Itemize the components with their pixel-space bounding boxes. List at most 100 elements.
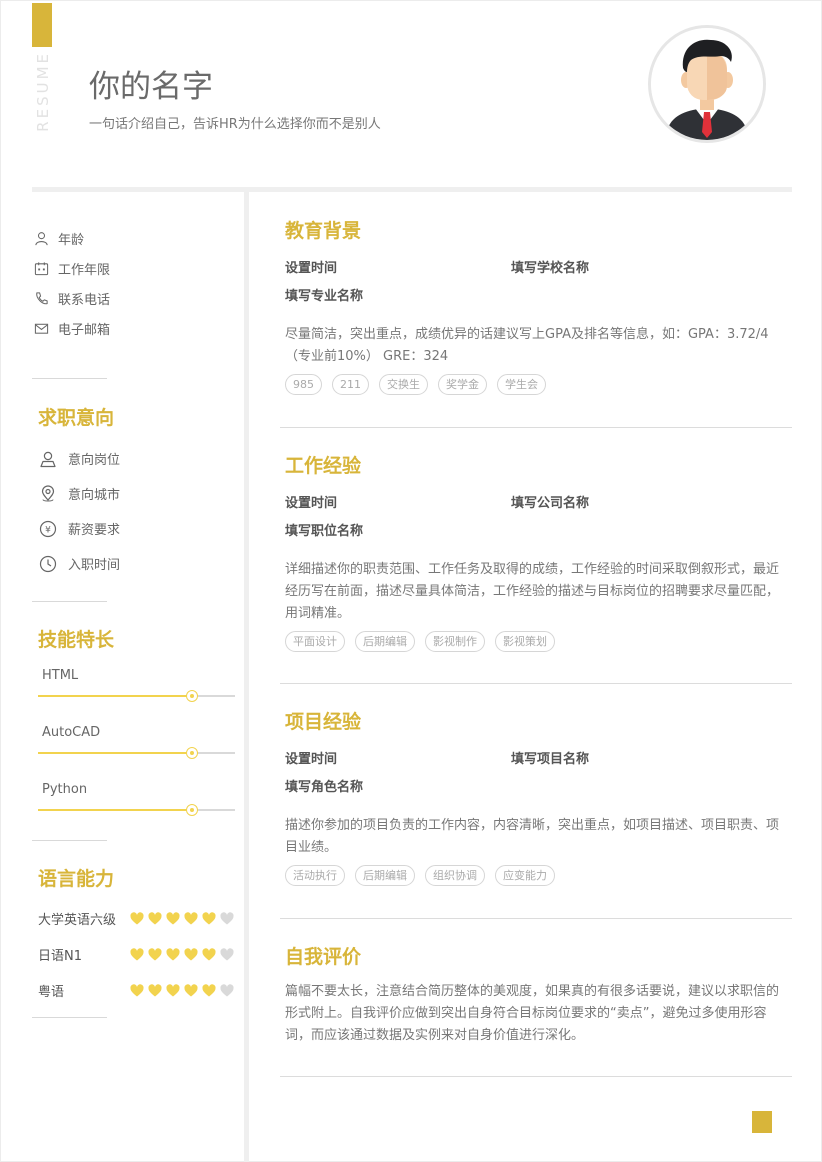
language-row: 粤语	[38, 972, 238, 1008]
project-section: 项目经验 设置时间 填写项目名称 填写角色名称 描述你参加的项目负责的工作内容，…	[285, 707, 785, 886]
intent-label: 入职时间	[68, 558, 121, 573]
location-icon	[41, 484, 55, 501]
clock-icon	[39, 555, 57, 572]
tag: 应变能力	[495, 865, 555, 886]
work-title: 工作经验	[285, 455, 362, 477]
sidebar-divider	[32, 1017, 107, 1018]
skills-title: 技能特长	[38, 629, 115, 651]
education-time: 设置时间	[285, 261, 338, 276]
tag: 平面设计	[285, 631, 345, 652]
tag: 学生会	[497, 374, 546, 395]
language-row: 大学英语六级	[38, 900, 238, 936]
self-eval-title: 自我评价	[285, 946, 362, 968]
intent-item-salary: ¥ 薪资要求	[39, 511, 120, 546]
work-position: 填写职位名称	[285, 524, 364, 539]
skill-bar-fill	[38, 809, 192, 811]
skill-bar	[38, 747, 235, 759]
project-title: 项目经验	[285, 711, 362, 733]
heart-icon	[184, 983, 198, 996]
resume-vertical-label: RESUME	[34, 51, 52, 132]
education-description: 尽量简洁，突出重点，成绩优异的话建议写上GPA及排名等信息，如：GPA：3.72…	[285, 327, 769, 364]
work-tags: 平面设计 后期编辑 影视制作 影视策划	[285, 631, 785, 652]
svg-text:¥: ¥	[45, 525, 51, 535]
project-role: 填写角色名称	[285, 780, 364, 795]
sidebar-divider	[32, 840, 107, 841]
skill-name: AutoCAD	[42, 725, 101, 740]
project-description: 描述你参加的项目负责的工作内容，内容清晰，突出重点，如项目描述、项目职责、项目业…	[285, 818, 780, 855]
language-list: 大学英语六级 日语N1 粤语	[38, 900, 238, 1008]
heart-rating	[130, 911, 234, 925]
corner-accent	[752, 1111, 772, 1133]
phone-icon	[36, 291, 48, 304]
project-time: 设置时间	[285, 752, 338, 767]
info-label: 联系电话	[58, 292, 111, 308]
project-meta: 设置时间 填写项目名称	[285, 748, 785, 767]
info-label: 电子邮箱	[58, 322, 111, 338]
sidebar-divider	[32, 601, 107, 602]
skill-bar	[38, 690, 235, 702]
self-eval-section: 自我评价 篇幅不要太长，注意结合简历整体的美观度，如果真的有很多话要说，建议以求…	[285, 942, 785, 1047]
tag: 影视策划	[495, 631, 555, 652]
heart-icon	[166, 947, 180, 960]
project-tags: 活动执行 后期编辑 组织协调 应变能力	[285, 865, 785, 886]
avatar-illustration	[651, 28, 763, 140]
education-meta: 设置时间 填写学校名称	[285, 257, 785, 276]
heart-icon	[220, 947, 234, 960]
work-time: 设置时间	[285, 496, 338, 511]
name-title: 你的名字	[89, 69, 213, 105]
tag: 后期编辑	[355, 631, 415, 652]
heart-icon	[148, 911, 162, 924]
heart-icon	[202, 983, 216, 996]
section-divider	[280, 427, 792, 428]
tag: 211	[332, 374, 369, 395]
languages-title: 语言能力	[38, 868, 115, 890]
skill-bar-fill	[38, 752, 192, 754]
avatar	[648, 25, 766, 143]
heart-rating	[130, 947, 234, 961]
tag: 奖学金	[438, 374, 487, 395]
heart-icon	[130, 947, 144, 960]
heart-icon	[148, 983, 162, 996]
section-divider	[280, 918, 792, 919]
skill-bar-knob	[185, 804, 198, 816]
work-description: 详细描述你的职责范围、工作任务及取得的成绩，工作经验的时间采取倒叙形式，最近经历…	[285, 562, 780, 621]
skill-item: Python	[38, 782, 235, 816]
job-intent-list: 意向岗位 意向城市 ¥ 薪资要求 入职时间	[39, 441, 120, 581]
user-icon	[40, 451, 56, 467]
heart-icon	[220, 911, 234, 924]
tag: 活动执行	[285, 865, 345, 886]
tagline: 一句话介绍自己，告诉HR为什么选择你而不是别人	[89, 117, 381, 132]
basic-info-list: 年龄 工作年限 联系电话 电子邮箱	[34, 223, 110, 343]
info-label: 工作年限	[58, 262, 111, 278]
skill-item: HTML	[38, 668, 235, 702]
work-section: 工作经验 设置时间 填写公司名称 填写职位名称 详细描述你的职责范围、工作任务及…	[285, 451, 785, 652]
header-divider	[32, 187, 792, 192]
tag: 影视制作	[425, 631, 485, 652]
skill-bar-knob	[185, 747, 198, 759]
self-eval-description: 篇幅不要太长，注意结合简历整体的美观度，如果真的有很多话要说，建议以求职信的形式…	[285, 984, 780, 1043]
sidebar-divider	[32, 378, 107, 379]
intent-label: 意向岗位	[68, 453, 121, 468]
language-row: 日语N1	[38, 936, 238, 972]
skill-name: HTML	[42, 668, 79, 683]
intent-item-start-date: 入职时间	[39, 546, 120, 581]
info-item-years: 工作年限	[34, 253, 110, 283]
intent-label: 薪资要求	[68, 523, 121, 538]
education-school: 填写学校名称	[511, 261, 590, 276]
heart-icon	[202, 911, 216, 924]
intent-item-position: 意向岗位	[39, 441, 120, 476]
heart-icon	[148, 947, 162, 960]
heart-icon	[166, 911, 180, 924]
person-icon	[35, 231, 48, 245]
heart-icon	[130, 983, 144, 996]
skill-bar	[38, 804, 235, 816]
education-major: 填写专业名称	[285, 289, 364, 304]
section-divider	[280, 683, 792, 684]
info-item-phone: 联系电话	[34, 283, 110, 313]
education-title: 教育背景	[285, 220, 362, 242]
skill-bar-knob	[185, 690, 198, 702]
resume-page: RESUME 你的名字 一句话介绍自己，告诉HR为什么选择你而不是别人 年龄 工…	[0, 0, 822, 1162]
skill-item: AutoCAD	[38, 725, 235, 759]
intent-label: 意向城市	[68, 488, 121, 503]
info-item-age: 年龄	[34, 223, 110, 253]
